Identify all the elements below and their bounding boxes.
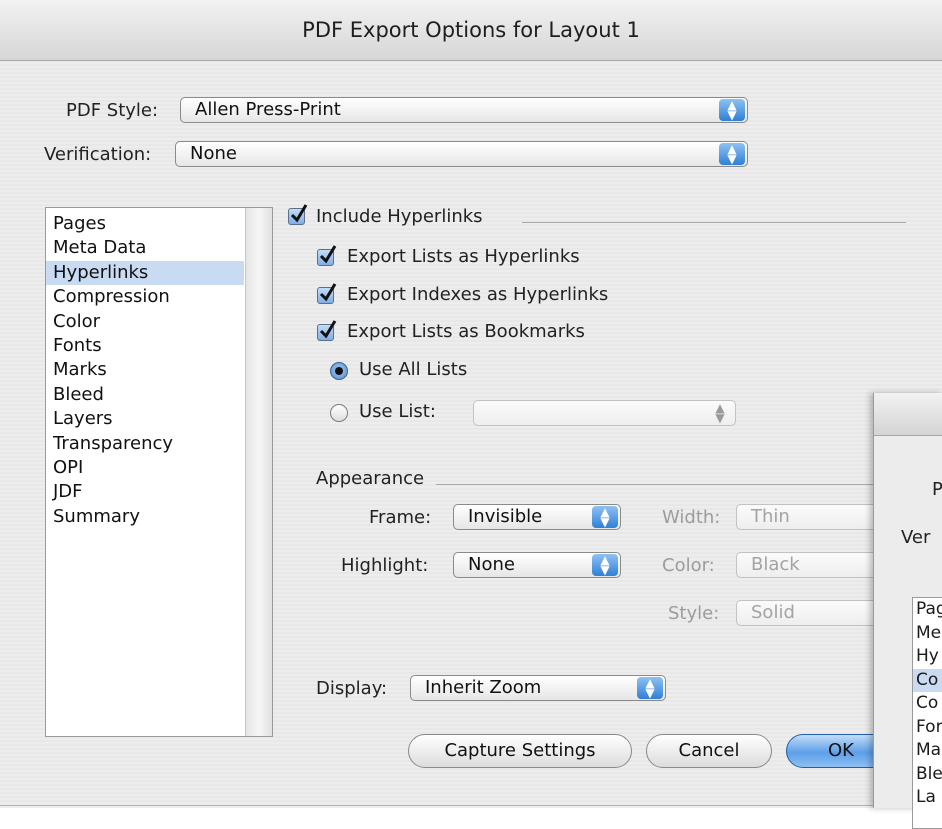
cancel-button[interactable]: Cancel	[646, 734, 772, 768]
category-item-marks[interactable]: Marks	[46, 358, 244, 382]
category-item-hyperlinks[interactable]: Hyperlinks	[46, 260, 244, 286]
category-item-color[interactable]: Color	[46, 310, 244, 334]
display-label: Display:	[316, 678, 388, 699]
dialog-bottom-edge	[0, 805, 942, 806]
use-all-lists-radio[interactable]	[330, 362, 348, 380]
export-lists-bookmarks-checkbox[interactable]	[317, 320, 337, 341]
use-list-label: Use List:	[359, 401, 436, 422]
list-item: Co	[913, 668, 942, 692]
up-down-arrows-icon: ▲ ▼	[637, 677, 663, 699]
category-item-layers[interactable]: Layers	[46, 407, 244, 431]
category-item-summary[interactable]: Summary	[46, 505, 244, 529]
dialog-title: PDF Export Options for Layout 1	[0, 0, 942, 61]
display-popup[interactable]: Inherit Zoom ▲ ▼	[410, 675, 666, 701]
checkmark-icon	[319, 283, 337, 302]
background-dialog-list: Pag Me Hy Co Co For Ma Ble La	[912, 597, 942, 829]
export-lists-hyperlinks-checkbox[interactable]	[317, 245, 337, 266]
verification-value: None	[190, 143, 237, 164]
export-indexes-hyperlinks-label: Export Indexes as Hyperlinks	[347, 284, 609, 305]
up-down-arrows-icon: ▲ ▼	[592, 554, 618, 576]
pdf-style-label: PDF Style:	[66, 100, 159, 121]
style-value: Solid	[751, 602, 795, 623]
appearance-heading: Appearance	[316, 468, 425, 489]
color-value: Black	[751, 554, 800, 575]
export-lists-hyperlinks-label: Export Lists as Hyperlinks	[347, 246, 580, 267]
color-label: Color:	[662, 555, 715, 576]
frame-value: Invisible	[468, 506, 543, 527]
category-item-transparency[interactable]: Transparency	[46, 432, 244, 456]
list-item: Ble	[916, 763, 942, 784]
highlight-popup[interactable]: None ▲ ▼	[453, 552, 621, 578]
width-label: Width:	[662, 507, 721, 528]
width-popup[interactable]: Thin	[736, 504, 886, 530]
list-item: Co	[916, 693, 939, 713]
include-hyperlinks-checkbox[interactable]	[288, 204, 308, 225]
category-item-compression[interactable]: Compression	[46, 285, 244, 309]
checkmark-icon	[319, 320, 337, 339]
list-item: Me	[916, 622, 942, 643]
category-list-items: Pages Meta Data Hyperlinks Compression C…	[46, 212, 244, 529]
export-lists-bookmarks-label: Export Lists as Bookmarks	[347, 321, 585, 342]
use-all-lists-label: Use All Lists	[359, 359, 468, 380]
highlight-label: Highlight:	[341, 555, 429, 576]
display-value: Inherit Zoom	[425, 677, 542, 698]
checkmark-icon	[290, 204, 308, 223]
width-value: Thin	[751, 506, 790, 527]
capture-settings-button[interactable]: Capture Settings	[408, 734, 632, 768]
highlight-value: None	[468, 554, 515, 575]
background-dialog: P Ver Pag Me Hy Co Co For Ma Ble La	[873, 393, 942, 829]
list-item: For	[916, 716, 942, 737]
frame-label: Frame:	[369, 507, 432, 528]
category-item-pages[interactable]: Pages	[46, 212, 244, 236]
background-dialog-titlebar	[874, 393, 942, 436]
include-hyperlinks-divider	[522, 222, 906, 223]
use-list-popup[interactable]: ▲ ▼	[473, 400, 736, 426]
list-item: Ma	[916, 740, 942, 760]
export-indexes-hyperlinks-checkbox[interactable]	[317, 283, 337, 304]
include-hyperlinks-label: Include Hyperlinks	[316, 206, 483, 227]
up-down-arrows-icon: ▲ ▼	[715, 401, 725, 425]
background-dialog-style-label: P	[932, 479, 942, 500]
frame-popup[interactable]: Invisible ▲ ▼	[453, 504, 621, 530]
up-down-arrows-icon: ▲ ▼	[592, 506, 618, 528]
verification-label: Verification:	[44, 144, 152, 165]
category-item-fonts[interactable]: Fonts	[46, 334, 244, 358]
appearance-divider	[436, 484, 876, 485]
style-label: Style:	[668, 603, 720, 624]
pdf-export-dialog: PDF Export Options for Layout 1 PDF Styl…	[0, 0, 942, 808]
background-dialog-verification-label: Ver	[901, 527, 931, 548]
category-item-jdf[interactable]: JDF	[46, 480, 244, 504]
color-popup[interactable]: Black	[736, 552, 886, 578]
category-item-meta-data[interactable]: Meta Data	[46, 236, 244, 260]
up-down-arrows-icon: ▲ ▼	[719, 99, 745, 121]
category-list-scrollbar[interactable]	[245, 208, 272, 736]
pdf-style-popup[interactable]: Allen Press-Print ▲ ▼	[180, 97, 748, 123]
category-item-opi[interactable]: OPI	[46, 456, 244, 480]
verification-popup[interactable]: None ▲ ▼	[175, 141, 748, 167]
list-item: Hy	[916, 646, 939, 666]
list-item: Pag	[916, 599, 942, 619]
pdf-style-value: Allen Press-Print	[195, 99, 341, 120]
checkmark-icon	[319, 245, 337, 264]
use-list-radio[interactable]	[330, 404, 348, 422]
list-item: La	[916, 787, 936, 807]
up-down-arrows-icon: ▲ ▼	[719, 143, 745, 165]
category-list[interactable]: Pages Meta Data Hyperlinks Compression C…	[45, 207, 273, 737]
style-popup[interactable]: Solid	[736, 600, 886, 626]
category-item-bleed[interactable]: Bleed	[46, 383, 244, 407]
